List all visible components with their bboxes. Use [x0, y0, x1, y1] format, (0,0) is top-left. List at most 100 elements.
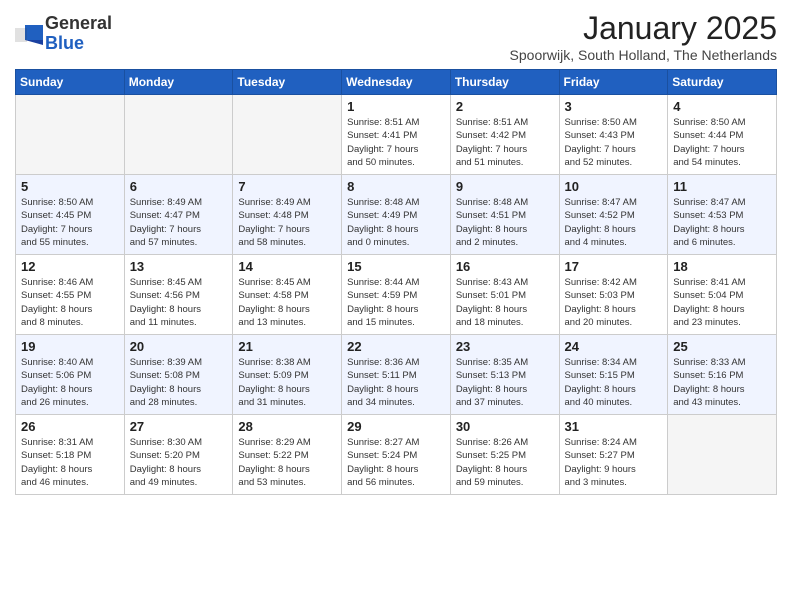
day-number: 7	[238, 179, 336, 194]
calendar-day: 23 Sunrise: 8:35 AM Sunset: 5:13 PM Dayli…	[450, 335, 559, 415]
calendar-day: 27 Sunrise: 8:30 AM Sunset: 5:20 PM Dayli…	[124, 415, 233, 495]
day-number: 8	[347, 179, 445, 194]
location: Spoorwijk, South Holland, The Netherland…	[510, 47, 777, 63]
day-number: 17	[565, 259, 663, 274]
calendar-week-2: 5 Sunrise: 8:50 AM Sunset: 4:45 PM Daylig…	[16, 175, 777, 255]
day-number: 26	[21, 419, 119, 434]
day-header-wednesday: Wednesday	[342, 70, 451, 95]
day-info: Sunrise: 8:51 AM Sunset: 4:41 PM Dayligh…	[347, 116, 445, 169]
day-info: Sunrise: 8:45 AM Sunset: 4:58 PM Dayligh…	[238, 276, 336, 329]
title-block: January 2025 Spoorwijk, South Holland, T…	[510, 10, 777, 63]
day-info: Sunrise: 8:27 AM Sunset: 5:24 PM Dayligh…	[347, 436, 445, 489]
day-info: Sunrise: 8:51 AM Sunset: 4:42 PM Dayligh…	[456, 116, 554, 169]
day-header-thursday: Thursday	[450, 70, 559, 95]
day-number: 10	[565, 179, 663, 194]
day-info: Sunrise: 8:48 AM Sunset: 4:51 PM Dayligh…	[456, 196, 554, 249]
day-number: 13	[130, 259, 228, 274]
day-info: Sunrise: 8:47 AM Sunset: 4:52 PM Dayligh…	[565, 196, 663, 249]
calendar-day: 25 Sunrise: 8:33 AM Sunset: 5:16 PM Dayli…	[668, 335, 777, 415]
calendar-day: 9Sunrise: 8:48 AM Sunset: 4:51 PM Daylig…	[450, 175, 559, 255]
day-info: Sunrise: 8:48 AM Sunset: 4:49 PM Dayligh…	[347, 196, 445, 249]
day-header-sunday: Sunday	[16, 70, 125, 95]
day-number: 5	[21, 179, 119, 194]
calendar-day: 11 Sunrise: 8:47 AM Sunset: 4:53 PM Dayli…	[668, 175, 777, 255]
day-info: Sunrise: 8:36 AM Sunset: 5:11 PM Dayligh…	[347, 356, 445, 409]
calendar-week-4: 19Sunrise: 8:40 AM Sunset: 5:06 PM Dayli…	[16, 335, 777, 415]
day-info: Sunrise: 8:46 AM Sunset: 4:55 PM Dayligh…	[21, 276, 119, 329]
calendar-day	[668, 415, 777, 495]
day-number: 31	[565, 419, 663, 434]
day-info: Sunrise: 8:24 AM Sunset: 5:27 PM Dayligh…	[565, 436, 663, 489]
calendar-day: 3 Sunrise: 8:50 AM Sunset: 4:43 PM Daylig…	[559, 95, 668, 175]
calendar-day: 24 Sunrise: 8:34 AM Sunset: 5:15 PM Dayli…	[559, 335, 668, 415]
day-header-saturday: Saturday	[668, 70, 777, 95]
day-info: Sunrise: 8:50 AM Sunset: 4:43 PM Dayligh…	[565, 116, 663, 169]
day-info: Sunrise: 8:38 AM Sunset: 5:09 PM Dayligh…	[238, 356, 336, 409]
calendar-week-3: 12 Sunrise: 8:46 AM Sunset: 4:55 PM Dayli…	[16, 255, 777, 335]
day-info: Sunrise: 8:47 AM Sunset: 4:53 PM Dayligh…	[673, 196, 771, 249]
day-number: 21	[238, 339, 336, 354]
day-number: 15	[347, 259, 445, 274]
day-number: 28	[238, 419, 336, 434]
calendar-day: 15 Sunrise: 8:44 AM Sunset: 4:59 PM Dayli…	[342, 255, 451, 335]
calendar-table: SundayMondayTuesdayWednesdayThursdayFrid…	[15, 69, 777, 495]
day-number: 30	[456, 419, 554, 434]
calendar-day: 18 Sunrise: 8:41 AM Sunset: 5:04 PM Dayli…	[668, 255, 777, 335]
calendar-day	[233, 95, 342, 175]
day-info: Sunrise: 8:30 AM Sunset: 5:20 PM Dayligh…	[130, 436, 228, 489]
day-number: 1	[347, 99, 445, 114]
day-info: Sunrise: 8:31 AM Sunset: 5:18 PM Dayligh…	[21, 436, 119, 489]
calendar-day	[124, 95, 233, 175]
calendar-day: 1 Sunrise: 8:51 AM Sunset: 4:41 PM Daylig…	[342, 95, 451, 175]
day-number: 2	[456, 99, 554, 114]
day-info: Sunrise: 8:41 AM Sunset: 5:04 PM Dayligh…	[673, 276, 771, 329]
calendar-day	[16, 95, 125, 175]
day-info: Sunrise: 8:40 AM Sunset: 5:06 PM Dayligh…	[21, 356, 119, 409]
calendar-day: 2 Sunrise: 8:51 AM Sunset: 4:42 PM Daylig…	[450, 95, 559, 175]
day-number: 6	[130, 179, 228, 194]
calendar-day: 30 Sunrise: 8:26 AM Sunset: 5:25 PM Dayli…	[450, 415, 559, 495]
calendar-week-1: 1 Sunrise: 8:51 AM Sunset: 4:41 PM Daylig…	[16, 95, 777, 175]
day-number: 12	[21, 259, 119, 274]
day-info: Sunrise: 8:29 AM Sunset: 5:22 PM Dayligh…	[238, 436, 336, 489]
calendar-day: 12 Sunrise: 8:46 AM Sunset: 4:55 PM Dayli…	[16, 255, 125, 335]
day-number: 18	[673, 259, 771, 274]
page-header: General Blue January 2025 Spoorwijk, Sou…	[15, 10, 777, 63]
day-number: 4	[673, 99, 771, 114]
day-info: Sunrise: 8:45 AM Sunset: 4:56 PM Dayligh…	[130, 276, 228, 329]
day-header-tuesday: Tuesday	[233, 70, 342, 95]
day-info: Sunrise: 8:44 AM Sunset: 4:59 PM Dayligh…	[347, 276, 445, 329]
day-number: 11	[673, 179, 771, 194]
day-info: Sunrise: 8:35 AM Sunset: 5:13 PM Dayligh…	[456, 356, 554, 409]
day-header-monday: Monday	[124, 70, 233, 95]
day-number: 27	[130, 419, 228, 434]
calendar-day: 19Sunrise: 8:40 AM Sunset: 5:06 PM Dayli…	[16, 335, 125, 415]
calendar-day: 14Sunrise: 8:45 AM Sunset: 4:58 PM Dayli…	[233, 255, 342, 335]
logo-text: General Blue	[45, 14, 112, 54]
calendar-day: 20Sunrise: 8:39 AM Sunset: 5:08 PM Dayli…	[124, 335, 233, 415]
day-number: 24	[565, 339, 663, 354]
logo-general: General	[45, 13, 112, 33]
calendar-day: 5 Sunrise: 8:50 AM Sunset: 4:45 PM Daylig…	[16, 175, 125, 255]
day-info: Sunrise: 8:34 AM Sunset: 5:15 PM Dayligh…	[565, 356, 663, 409]
calendar-day: 6 Sunrise: 8:49 AM Sunset: 4:47 PM Daylig…	[124, 175, 233, 255]
calendar-week-5: 26 Sunrise: 8:31 AM Sunset: 5:18 PM Dayli…	[16, 415, 777, 495]
calendar-day: 22Sunrise: 8:36 AM Sunset: 5:11 PM Dayli…	[342, 335, 451, 415]
calendar-day: 31 Sunrise: 8:24 AM Sunset: 5:27 PM Dayli…	[559, 415, 668, 495]
calendar-day: 7 Sunrise: 8:49 AM Sunset: 4:48 PM Daylig…	[233, 175, 342, 255]
day-info: Sunrise: 8:26 AM Sunset: 5:25 PM Dayligh…	[456, 436, 554, 489]
day-info: Sunrise: 8:49 AM Sunset: 4:47 PM Dayligh…	[130, 196, 228, 249]
calendar-day: 4 Sunrise: 8:50 AM Sunset: 4:44 PM Daylig…	[668, 95, 777, 175]
day-number: 25	[673, 339, 771, 354]
day-info: Sunrise: 8:39 AM Sunset: 5:08 PM Dayligh…	[130, 356, 228, 409]
day-number: 23	[456, 339, 554, 354]
day-number: 29	[347, 419, 445, 434]
day-number: 3	[565, 99, 663, 114]
calendar-day: 16Sunrise: 8:43 AM Sunset: 5:01 PM Dayli…	[450, 255, 559, 335]
day-info: Sunrise: 8:49 AM Sunset: 4:48 PM Dayligh…	[238, 196, 336, 249]
calendar-header-row: SundayMondayTuesdayWednesdayThursdayFrid…	[16, 70, 777, 95]
day-info: Sunrise: 8:33 AM Sunset: 5:16 PM Dayligh…	[673, 356, 771, 409]
day-info: Sunrise: 8:50 AM Sunset: 4:45 PM Dayligh…	[21, 196, 119, 249]
day-info: Sunrise: 8:42 AM Sunset: 5:03 PM Dayligh…	[565, 276, 663, 329]
day-info: Sunrise: 8:50 AM Sunset: 4:44 PM Dayligh…	[673, 116, 771, 169]
